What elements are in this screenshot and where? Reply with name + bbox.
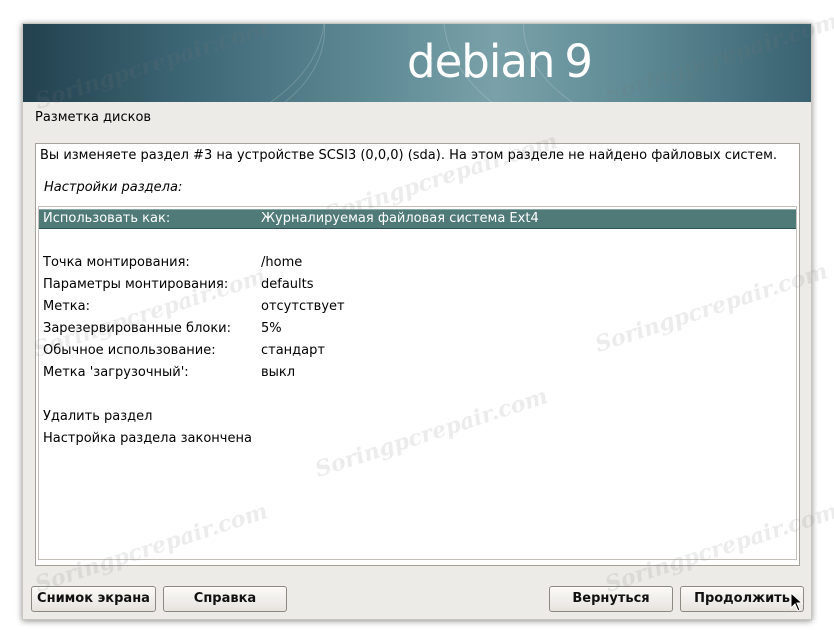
row-label: Обычное использование: — [43, 343, 216, 358]
settings-list: Использовать как: Журналируемая файловая… — [38, 206, 797, 560]
row-value: 5% — [261, 321, 282, 336]
row-value: defaults — [261, 277, 314, 292]
section-title: Разметка дисков — [35, 110, 152, 125]
list-row-reserved-blocks[interactable]: Зарезервированные блоки: 5% — [39, 319, 796, 339]
row-value: Журналируемая файловая система Ext4 — [261, 211, 539, 226]
settings-heading: Настройки раздела: — [44, 180, 183, 195]
row-label: Метка 'загрузочный': — [43, 365, 189, 380]
help-button[interactable]: Справка — [163, 586, 287, 612]
screenshot-button[interactable]: Снимок экрана — [31, 586, 156, 612]
debian-logo: debian 9 — [407, 34, 593, 90]
partition-description: Вы изменяете раздел #3 на устройстве SCS… — [40, 148, 778, 163]
row-label: Удалить раздел — [43, 409, 153, 424]
continue-button[interactable]: Продолжить — [680, 586, 804, 612]
row-value: выкл — [261, 365, 296, 380]
row-label: Использовать как: — [43, 211, 171, 226]
row-label: Параметры монтирования: — [43, 277, 229, 292]
row-label: Метка: — [43, 299, 90, 314]
list-row-mount-point[interactable]: Точка монтирования: /home — [39, 253, 796, 273]
back-button[interactable]: Вернуться — [549, 586, 673, 612]
installer-window: debian 9 Разметка дисков Вы изменяете раз… — [22, 23, 812, 620]
row-value: отсутствует — [261, 299, 345, 314]
list-row-done-setting-up[interactable]: Настройка раздела закончена — [39, 429, 796, 449]
list-row-typical-usage[interactable]: Обычное использование: стандарт — [39, 341, 796, 361]
row-label: Точка монтирования: — [43, 255, 190, 270]
row-label: Зарезервированные блоки: — [43, 321, 232, 336]
brand-name: debian — [407, 35, 555, 88]
content-panel: Вы изменяете раздел #3 на устройстве SCS… — [35, 143, 800, 566]
mouse-cursor-icon — [790, 592, 804, 612]
list-row-delete-partition[interactable]: Удалить раздел — [39, 407, 796, 427]
list-row-bootable-flag[interactable]: Метка 'загрузочный': выкл — [39, 363, 796, 383]
debian-banner: debian 9 — [23, 24, 811, 102]
version-number: 9 — [564, 35, 593, 88]
row-value: /home — [261, 255, 303, 270]
list-row-label[interactable]: Метка: отсутствует — [39, 297, 796, 317]
list-row-mount-options[interactable]: Параметры монтирования: defaults — [39, 275, 796, 295]
list-row-use-as[interactable]: Использовать как: Журналируемая файловая… — [39, 209, 796, 229]
row-label: Настройка раздела закончена — [43, 431, 252, 446]
row-value: стандарт — [261, 343, 325, 358]
